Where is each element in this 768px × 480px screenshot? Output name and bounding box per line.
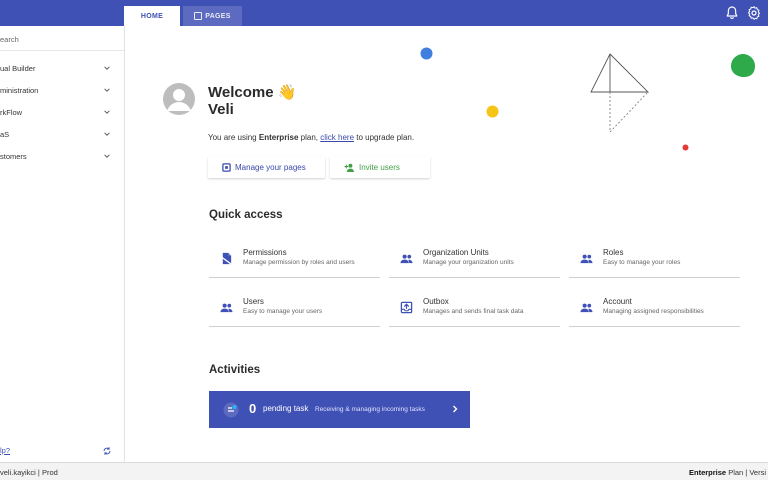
plan-mid: plan, <box>298 133 321 142</box>
activities-title: Activities <box>209 364 261 376</box>
tab-pages[interactable]: PAGES <box>183 6 242 26</box>
card-title: Roles <box>603 248 624 257</box>
decor-yellow-dot <box>486 105 499 118</box>
gear-icon[interactable] <box>746 5 762 21</box>
top-bar: HOME PAGES <box>0 0 768 26</box>
sidebar-item-label: aS <box>0 129 10 139</box>
group-icon <box>580 254 593 264</box>
welcome-title: Welcome 👋 <box>208 84 297 101</box>
pending-count: 0 <box>249 401 257 416</box>
sidebar-item-workflow[interactable]: rkFlow <box>0 101 124 123</box>
plan-name: Enterprise <box>258 133 299 142</box>
search-divider <box>0 50 124 51</box>
card-title: Users <box>243 297 264 306</box>
pending-task-banner[interactable]: 0 pending task Receiving & managing inco… <box>209 391 470 428</box>
pages-icon <box>194 12 203 20</box>
user-avatar-icon <box>167 89 191 111</box>
tab-home[interactable]: HOME <box>124 6 180 26</box>
add-user-icon <box>344 163 354 172</box>
upgrade-link[interactable]: click here <box>320 133 354 142</box>
chevron-down-icon <box>104 154 110 158</box>
avatar <box>163 83 195 115</box>
sidebar-item-label: ual Builder <box>0 63 36 73</box>
permissions-icon <box>220 252 232 265</box>
card-outbox[interactable]: Outbox Manages and sends final task data <box>389 289 560 327</box>
invite-users-label: Invite users <box>359 163 400 172</box>
pages-icon <box>222 163 231 172</box>
pending-desc: Receiving & managing incoming tasks <box>315 406 425 413</box>
card-organization-units[interactable]: Organization Units Manage your organizat… <box>389 240 560 278</box>
user-name: Veli <box>208 101 234 118</box>
manage-pages-label: Manage your pages <box>235 163 306 172</box>
bell-icon[interactable] <box>724 5 740 21</box>
footer-plan-suffix: Plan | Versi <box>726 468 766 477</box>
outbox-icon <box>400 301 413 314</box>
search-input[interactable]: earch <box>0 30 124 48</box>
pending-label: pending task <box>263 404 309 413</box>
status-bar: veli.kayikci | Prod Enterprise Plan | Ve… <box>0 462 768 480</box>
plan-version-label: Enterprise Plan | Versi <box>689 468 766 477</box>
footer-plan-name: Enterprise <box>689 468 727 477</box>
card-title: Outbox <box>423 297 449 306</box>
decor-blue-dot <box>420 47 433 60</box>
card-desc: Manages and sends final task data <box>423 308 524 315</box>
quick-access-title: Quick access <box>209 209 283 221</box>
group-icon <box>400 254 413 264</box>
decor-geometric-lines <box>590 53 650 133</box>
chevron-down-icon <box>104 132 110 136</box>
card-permissions[interactable]: Permissions Manage permission by roles a… <box>209 240 380 278</box>
plan-prefix: You are using <box>208 133 259 142</box>
sidebar-item-customers[interactable]: stomers <box>0 145 124 167</box>
help-link[interactable]: lp? <box>0 446 10 455</box>
card-desc: Manage your organization units <box>423 259 514 266</box>
card-title: Permissions <box>243 248 287 257</box>
tab-pages-label: PAGES <box>205 12 231 20</box>
sidebar-item-label: stomers <box>0 151 27 161</box>
user-env-label: veli.kayikci | Prod <box>0 468 58 477</box>
sidebar-nav: ual Builder ministration rkFlow aS stome… <box>0 57 124 167</box>
decor-red-dot <box>682 144 689 151</box>
card-desc: Easy to manage your roles <box>603 259 681 266</box>
chevron-right-icon <box>453 405 458 413</box>
group-icon <box>580 303 593 313</box>
chevron-down-icon <box>104 66 110 70</box>
task-icon <box>223 402 239 418</box>
chevron-down-icon <box>104 110 110 114</box>
card-desc: Managing assigned responsibilities <box>603 308 704 315</box>
plan-info: You are using Enterprise plan, click her… <box>208 133 414 142</box>
invite-users-button[interactable]: Invite users <box>330 157 430 178</box>
manage-pages-button[interactable]: Manage your pages <box>208 157 325 178</box>
sidebar-item-visual-builder[interactable]: ual Builder <box>0 57 124 79</box>
card-roles[interactable]: Roles Easy to manage your roles <box>569 240 740 278</box>
sidebar-item-label: ministration <box>0 85 39 95</box>
group-icon <box>220 303 233 313</box>
card-users[interactable]: Users Easy to manage your users <box>209 289 380 327</box>
card-title: Organization Units <box>423 248 489 257</box>
sidebar-item-administration[interactable]: ministration <box>0 79 124 101</box>
card-desc: Manage permission by roles and users <box>243 259 355 266</box>
card-account[interactable]: Account Managing assigned responsibiliti… <box>569 289 740 327</box>
plan-suffix: to upgrade plan. <box>354 133 415 142</box>
card-title: Account <box>603 297 632 306</box>
card-desc: Easy to manage your users <box>243 308 323 315</box>
decor-green-blob <box>731 54 755 77</box>
chevron-down-icon <box>104 88 110 92</box>
sidebar-item-label: rkFlow <box>0 107 23 117</box>
tab-home-label: HOME <box>140 12 164 20</box>
sidebar: earch ual Builder ministration rkFlow aS… <box>0 26 125 462</box>
sidebar-item-saas[interactable]: aS <box>0 123 124 145</box>
sync-icon[interactable] <box>102 446 112 456</box>
